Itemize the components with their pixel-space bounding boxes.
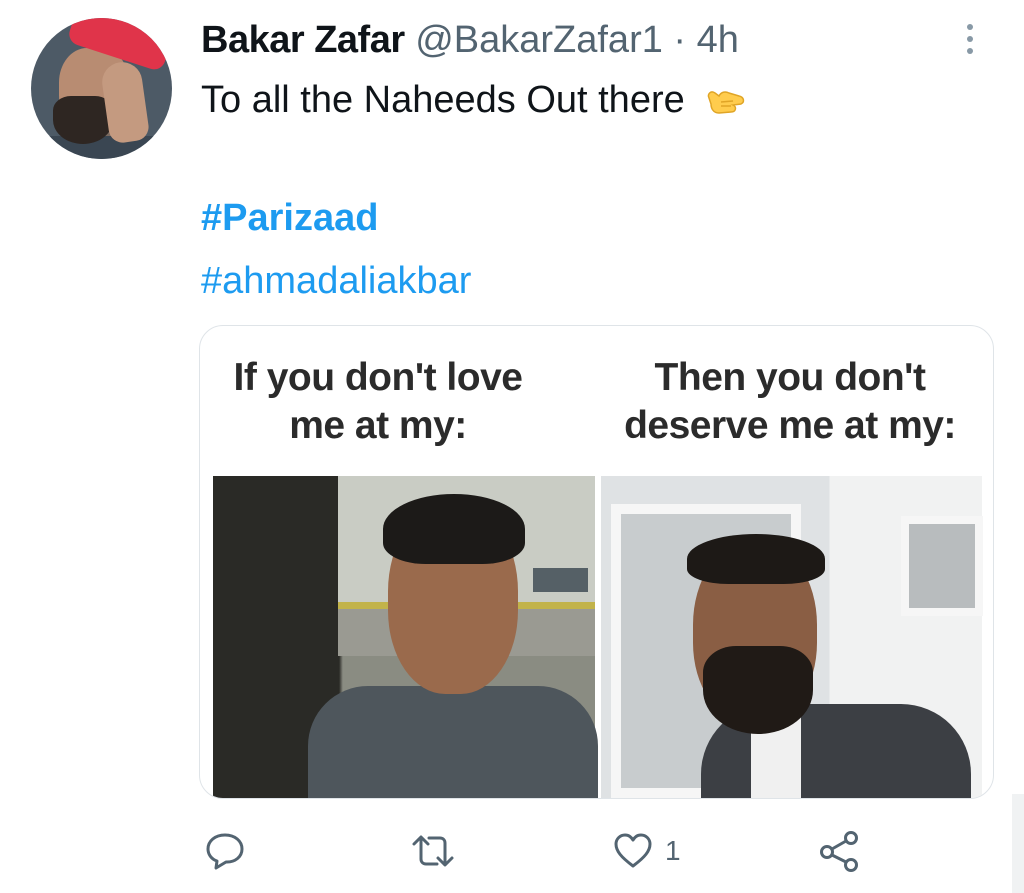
meme-caption-left: If you don't love me at my: bbox=[233, 356, 523, 447]
separator-dot: · bbox=[673, 19, 687, 61]
avatar-shirt bbox=[31, 136, 172, 159]
meme-caption-right: Then you don't deserve me at my: bbox=[624, 356, 956, 447]
reply-icon bbox=[206, 833, 244, 870]
tweet-timestamp[interactable]: 4h bbox=[697, 19, 739, 61]
heart-icon bbox=[614, 833, 652, 868]
hashtag-link[interactable]: #Parizaad bbox=[201, 196, 378, 240]
retweet-icon bbox=[412, 835, 454, 867]
scrollbar[interactable] bbox=[1012, 794, 1024, 893]
reply-button[interactable] bbox=[204, 826, 246, 876]
author-name[interactable]: Bakar Zafar bbox=[201, 19, 405, 61]
author-avatar[interactable] bbox=[31, 18, 172, 159]
hashtag-link[interactable]: #ahmadaliakbar bbox=[201, 259, 471, 303]
meme-photo-left bbox=[213, 476, 598, 798]
tweet-text: To all the Naheeds Out there bbox=[201, 79, 685, 121]
author-handle[interactable]: @BakarZafar1 bbox=[415, 19, 663, 61]
retweet-button[interactable] bbox=[410, 826, 456, 876]
tweet-actions-bar: 1 bbox=[0, 826, 1024, 876]
call-me-hand-emoji bbox=[703, 84, 747, 120]
meme-photo-right bbox=[601, 476, 983, 798]
like-button[interactable]: 1 bbox=[613, 826, 681, 876]
share-button[interactable] bbox=[818, 826, 862, 876]
tweet-text-line: To all the Naheeds Out there bbox=[201, 78, 747, 122]
tweet-header: Bakar Zafar @BakarZafar1 · 4h bbox=[201, 18, 739, 62]
more-options-icon[interactable] bbox=[955, 20, 985, 64]
tweet-media-image[interactable]: If you don't love me at my: Then you don… bbox=[199, 325, 994, 799]
share-icon bbox=[820, 831, 858, 872]
like-count: 1 bbox=[665, 835, 681, 866]
